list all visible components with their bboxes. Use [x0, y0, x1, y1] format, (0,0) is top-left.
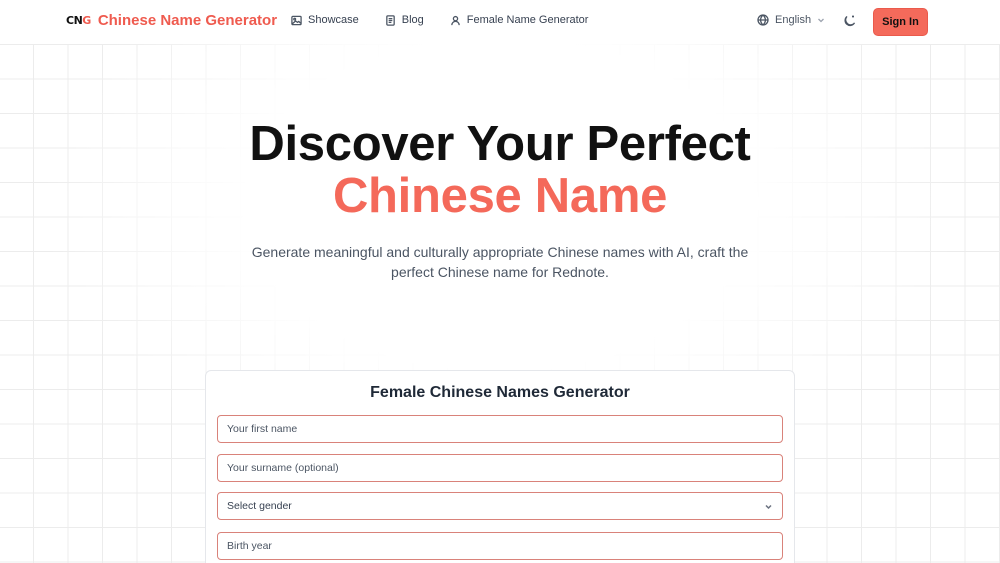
- theme-toggle-button[interactable]: [843, 14, 857, 28]
- brand-name: Chinese Name Generator: [97, 12, 278, 29]
- gender-select[interactable]: Select gender: [217, 492, 783, 520]
- chevron-down-icon: [818, 18, 825, 23]
- sign-in-button[interactable]: Sign In: [873, 8, 928, 36]
- top-navbar: CNG Chinese Name Generator Showcase Blog…: [0, 0, 1000, 44]
- nav-item-blog[interactable]: Blog: [385, 14, 424, 26]
- brand-logo-icon: CNG: [66, 14, 91, 27]
- nav-item-label: Female Name Generator: [466, 14, 589, 26]
- nav-item-label: Showcase: [308, 14, 359, 26]
- language-selector[interactable]: English: [757, 14, 825, 26]
- hero-subtitle: Generate meaningful and culturally appro…: [251, 244, 749, 280]
- gender-select-label: Select gender: [227, 500, 292, 512]
- nav-item-female-name-generator[interactable]: Female Name Generator: [450, 14, 589, 26]
- language-label: English: [775, 14, 812, 26]
- hero-section: Discover Your Perfect Chinese Name Gener…: [0, 118, 1000, 282]
- main-nav: Showcase Blog Female Name Generator: [291, 14, 588, 26]
- first-name-input[interactable]: [217, 415, 783, 443]
- hero-title-line1: Discover Your Perfect: [249, 117, 751, 171]
- hero-title-line2: Chinese Name: [332, 169, 668, 223]
- form-title: Female Chinese Names Generator: [370, 384, 630, 401]
- name-generator-form: Female Chinese Names Generator Select ge…: [205, 370, 795, 563]
- surname-input[interactable]: [217, 454, 783, 482]
- chevron-down-icon: [765, 504, 772, 509]
- nav-item-showcase[interactable]: Showcase: [291, 14, 359, 26]
- user-icon: [450, 15, 460, 25]
- hero-title: Discover Your Perfect Chinese Name: [0, 118, 1000, 222]
- moon-icon: [844, 15, 856, 27]
- brand[interactable]: CNG Chinese Name Generator: [66, 12, 277, 29]
- globe-icon: [757, 14, 769, 26]
- document-icon: [385, 14, 395, 26]
- birth-year-input[interactable]: [217, 532, 783, 560]
- image-icon: [291, 15, 302, 25]
- nav-item-label: Blog: [401, 14, 424, 26]
